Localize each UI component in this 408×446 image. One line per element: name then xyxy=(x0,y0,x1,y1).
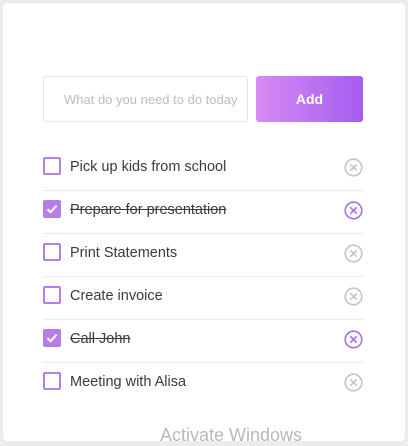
todo-text: Call John xyxy=(70,331,131,347)
todo-text: Meeting with Alisa xyxy=(70,374,187,390)
todo-checkbox[interactable] xyxy=(43,286,61,304)
delete-icon[interactable] xyxy=(344,330,363,349)
delete-icon[interactable] xyxy=(344,287,363,306)
todo-item: Meeting with Alisa xyxy=(43,363,363,406)
todo-text: Print Statements xyxy=(70,245,178,261)
todo-text: Prepare for presentation xyxy=(70,202,227,218)
todo-checkbox[interactable] xyxy=(43,243,61,261)
todo-checkbox[interactable] xyxy=(43,329,61,347)
todo-text: Pick up kids from school xyxy=(70,159,227,175)
todo-checkbox[interactable] xyxy=(43,200,61,218)
todo-text: Create invoice xyxy=(70,288,163,304)
todo-checkbox[interactable] xyxy=(43,372,61,390)
todo-item: Call John xyxy=(43,320,363,363)
check-icon xyxy=(46,333,58,343)
delete-icon[interactable] xyxy=(344,158,363,177)
todo-item: Print Statements xyxy=(43,234,363,277)
delete-icon[interactable] xyxy=(344,244,363,263)
check-icon xyxy=(46,204,58,214)
delete-icon[interactable] xyxy=(344,201,363,220)
delete-icon[interactable] xyxy=(344,373,363,392)
add-button[interactable]: Add xyxy=(256,76,363,122)
todo-input[interactable] xyxy=(43,76,248,122)
todo-list: Pick up kids from school Prepare for pre… xyxy=(43,148,363,406)
todo-item: Create invoice xyxy=(43,277,363,320)
todo-card: Add Pick up kids from school Prepare for… xyxy=(3,3,405,441)
todo-checkbox[interactable] xyxy=(43,157,61,175)
add-todo-form: Add xyxy=(43,76,363,122)
activate-windows-watermark: Activate Windows xyxy=(160,425,303,445)
todo-item: Pick up kids from school xyxy=(43,148,363,191)
todo-item: Prepare for presentation xyxy=(43,191,363,234)
